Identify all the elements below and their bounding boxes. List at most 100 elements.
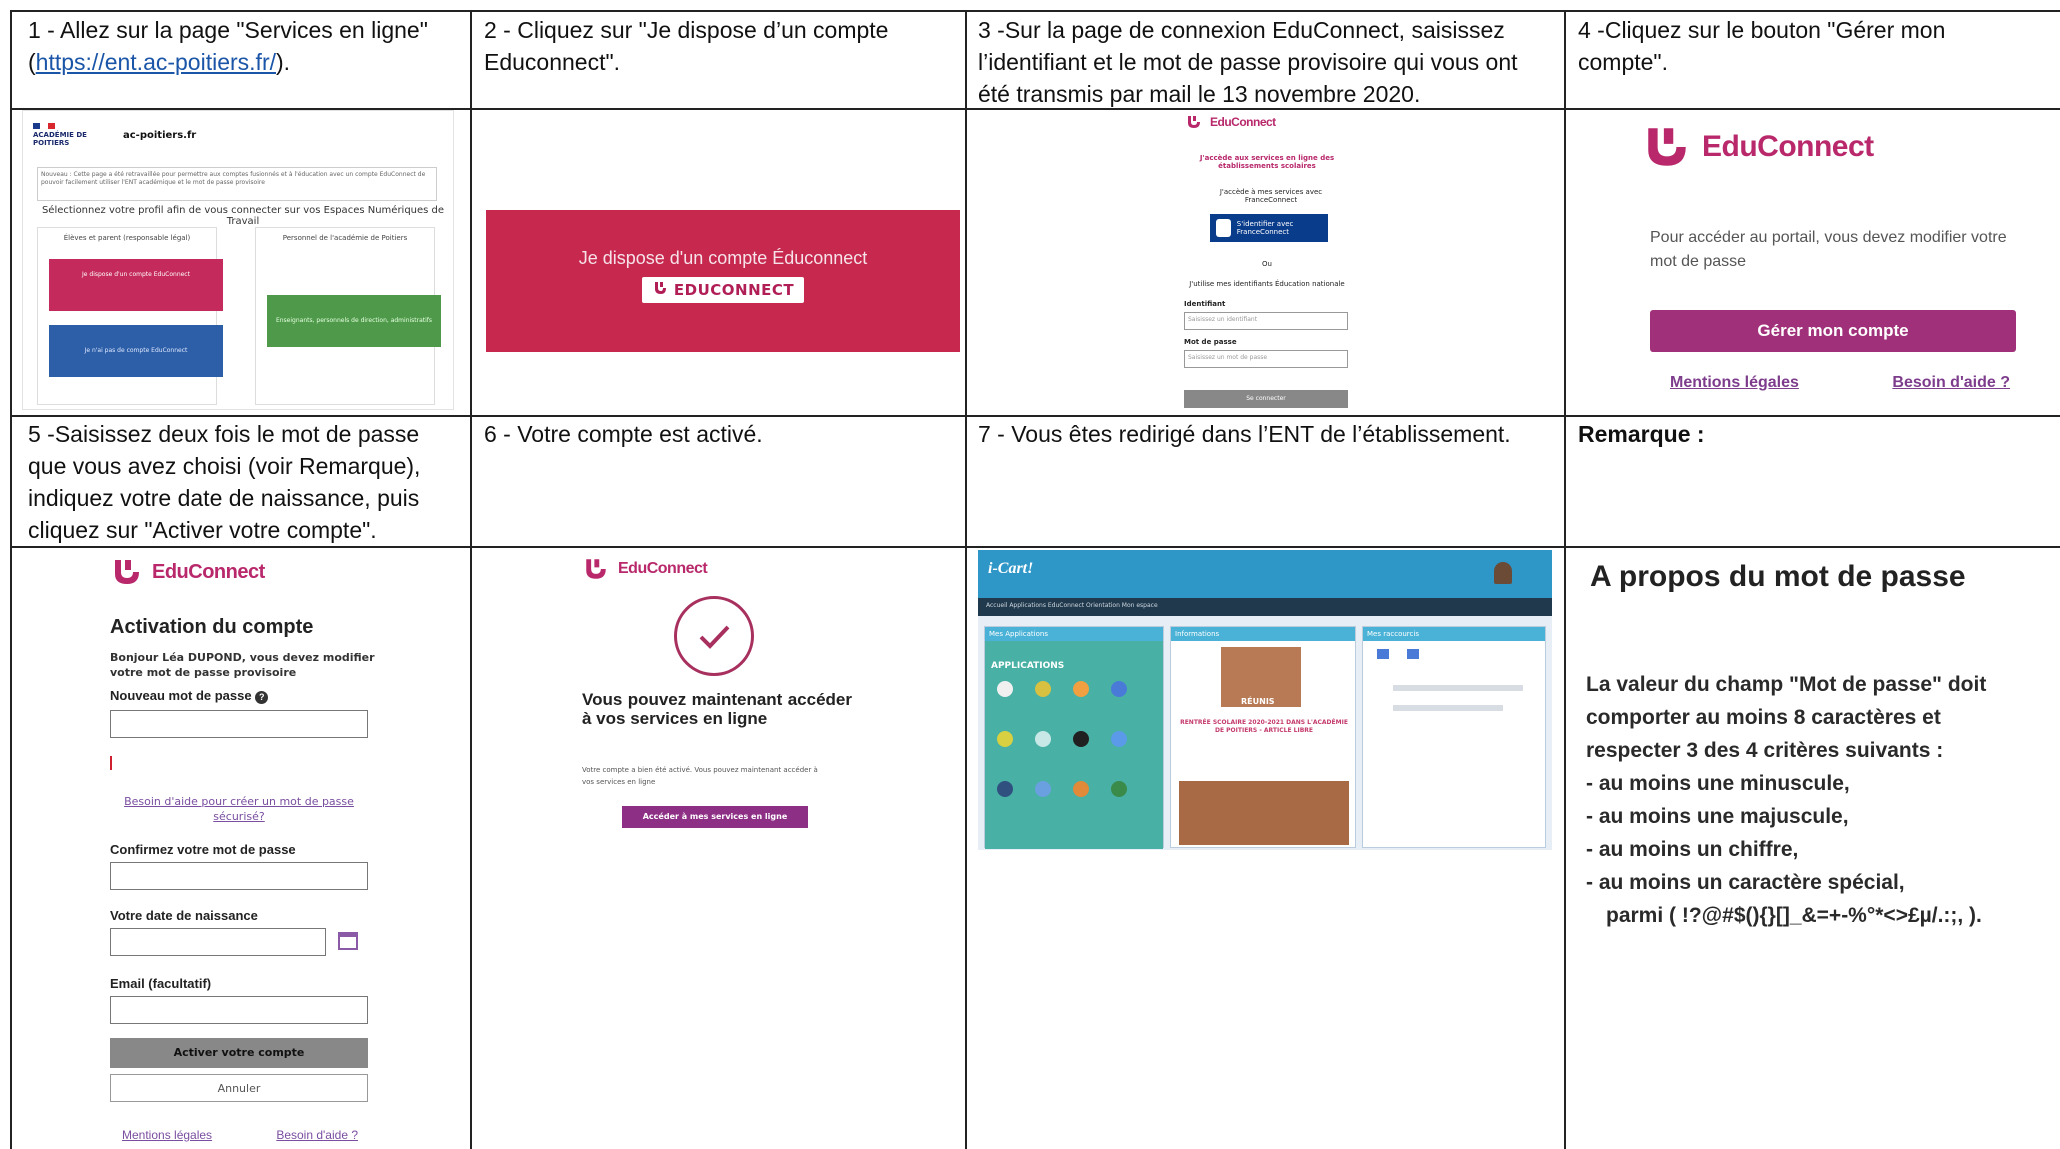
success-message: Vous pouvez maintenant accéder à vos ser… — [582, 690, 852, 728]
app-icon[interactable] — [1111, 681, 1127, 697]
new-password-input[interactable] — [110, 710, 368, 738]
educonnect-logo: EduConnect — [110, 556, 265, 588]
legal-link[interactable]: Mentions légales — [122, 1128, 212, 1142]
educonnect-icon — [1640, 122, 1694, 172]
app-icon[interactable] — [1073, 681, 1089, 697]
educonnect-logo: EduConnect — [1186, 114, 1276, 130]
app-icon[interactable] — [1073, 731, 1089, 747]
ent-screenshot: i-Cart! Accueil Applications EduConnect … — [978, 550, 1552, 850]
shortcut-line — [1393, 685, 1523, 691]
password-input[interactable]: Saisissez un mot de passe — [1184, 350, 1348, 368]
confirm-password-input[interactable] — [110, 862, 368, 890]
email-input[interactable] — [110, 996, 368, 1024]
step-5-title: 5 -Saisissez deux fois le mot de passe q… — [28, 421, 421, 543]
header: ACADÉMIE DE POITIERS ac-poitiers.fr — [33, 115, 453, 155]
services-page-screenshot: ACADÉMIE DE POITIERS ac-poitiers.fr Nouv… — [22, 110, 454, 410]
cancel-button[interactable]: Annuler — [110, 1074, 368, 1102]
error-marker — [110, 756, 112, 770]
educonnect-login-screenshot: EduConnect J'accède aux services en lign… — [1176, 112, 1366, 412]
site-name: ac-poitiers.fr — [123, 129, 197, 141]
app-icon[interactable] — [1035, 731, 1051, 747]
remark-title: Remarque : — [1578, 421, 1705, 447]
franceconnect-icon — [1216, 219, 1231, 237]
parents-pane: Élèves et parent (responsable légal) — [37, 227, 217, 405]
app-icon[interactable] — [1035, 681, 1051, 697]
grid-line — [10, 10, 2060, 12]
info-icon[interactable]: ? — [255, 691, 269, 704]
grid-line — [965, 10, 967, 1149]
shortcut-line — [1393, 705, 1503, 711]
grid-line — [10, 415, 2060, 417]
dob-label: Votre date de naissance — [110, 908, 258, 923]
login-button[interactable]: Se connecter — [1184, 390, 1348, 408]
app-icon[interactable] — [997, 681, 1013, 697]
footer-links: Mentions légales Besoin d'aide ? — [1670, 374, 2010, 392]
password-help-link[interactable]: Besoin d'aide pour créer un mot de passe… — [110, 794, 368, 824]
educonnect-icon — [582, 556, 610, 582]
no-account-button[interactable]: Je n'ai pas de compte EduConnect — [49, 325, 223, 377]
grid-line — [470, 10, 472, 1149]
password-remark: A propos du mot de passe La valeur du ch… — [1576, 552, 2060, 1142]
step-2-title: 2 - Cliquez sur "Je dispose d’un compte … — [484, 17, 889, 75]
instruction-text: Pour accéder au portail, vous devez modi… — [1650, 229, 2007, 270]
ent-nav: Accueil Applications EduConnect Orientat… — [978, 598, 1552, 616]
success-detail: Votre compte a bien été activé. Vous pou… — [582, 766, 818, 786]
confirm-password-label: Confirmez votre mot de passe — [110, 842, 296, 857]
step-1-title: 1 - Allez sur la page "Services en ligne… — [28, 17, 428, 75]
have-account-button[interactable]: Je dispose d'un compte EduConnect — [49, 259, 223, 311]
educonnect-icon — [110, 556, 144, 588]
avatar[interactable] — [1494, 562, 1512, 584]
grid-line — [10, 10, 12, 1149]
greeting-text: Bonjour Léa DUPOND, vous devez modifier … — [110, 651, 375, 679]
manage-account-screenshot: EduConnect Pour accéder au portail, vous… — [1630, 112, 2050, 412]
app-icon[interactable] — [1111, 781, 1127, 797]
educonnect-logo: EduConnect — [1640, 122, 1874, 172]
info-column: Informations RÉUNIS RENTRÉE SCOLAIRE 202… — [1170, 626, 1356, 848]
news-headline[interactable]: RENTRÉE SCOLAIRE 2020-2021 DANS L'ACADÉM… — [1177, 719, 1351, 735]
calendar-icon[interactable] — [338, 932, 358, 950]
footer-links: Mentions légales Besoin d'aide ? — [122, 1128, 358, 1142]
services-link[interactable]: https://ent.ac-poitiers.fr/ — [36, 49, 276, 75]
new-password-label: Nouveau mot de passe ? — [110, 688, 269, 704]
access-services-button[interactable]: Accéder à mes services en ligne — [622, 806, 808, 828]
step-3-title: 3 -Sur la page de connexion EduConnect, … — [978, 17, 1518, 107]
educonnect-icon — [1186, 114, 1202, 130]
news-photo — [1179, 781, 1349, 845]
account-activated-screenshot: EduConnect Vous pouvez maintenant accéde… — [576, 552, 866, 852]
apps-column: Mes Applications APPLICATIONS — [984, 626, 1164, 849]
shortcut-icon[interactable] — [1377, 649, 1389, 659]
app-icon[interactable] — [997, 781, 1013, 797]
app-icon[interactable] — [1073, 781, 1089, 797]
step-4-title: 4 -Cliquez sur le bouton "Gérer mon comp… — [1578, 17, 1946, 75]
step-7-title: 7 - Vous êtes redirigé dans l’ENT de l’é… — [978, 421, 1511, 447]
staff-button[interactable]: Enseignants, personnels de direction, ad… — [267, 295, 441, 347]
dob-input[interactable] — [110, 928, 326, 956]
educonnect-badge: EDUCONNECT — [641, 277, 805, 303]
shortcuts-column: Mes raccourcis — [1362, 626, 1546, 848]
legal-link[interactable]: Mentions légales — [1670, 374, 1799, 392]
help-link[interactable]: Besoin d'aide ? — [1892, 374, 2010, 392]
educonnect-icon — [652, 280, 668, 300]
remark-body: La valeur du champ "Mot de passe" doit c… — [1586, 673, 1987, 927]
ent-header: i-Cart! — [978, 550, 1552, 598]
app-icon[interactable] — [1035, 781, 1051, 797]
notice-box: Nouveau : Cette page a été retravaillée … — [37, 167, 437, 201]
educonnect-account-button[interactable]: Je dispose d'un compte Éduconnect EDUCON… — [486, 210, 960, 352]
educonnect-logo: EduConnect — [582, 556, 708, 582]
activate-button[interactable]: Activer votre compte — [110, 1038, 368, 1068]
button-text: Je dispose d'un compte Éduconnect — [578, 248, 868, 268]
remark-heading: A propos du mot de passe — [1590, 560, 1966, 593]
check-circle-icon — [674, 596, 754, 676]
activation-screenshot: EduConnect Activation du compte Bonjour … — [80, 552, 400, 1142]
manage-account-button[interactable]: Gérer mon compte — [1650, 310, 2016, 352]
ent-logo: i-Cart! — [988, 560, 1034, 577]
franceconnect-button[interactable]: S'identifier avec FranceConnect — [1210, 214, 1328, 242]
step-6-title: 6 - Votre compte est activé. — [484, 421, 763, 447]
help-link[interactable]: Besoin d'aide ? — [276, 1128, 358, 1142]
shortcut-icon[interactable] — [1407, 649, 1419, 659]
app-icon[interactable] — [1111, 731, 1127, 747]
academy-logo: ACADÉMIE DE POITIERS — [33, 123, 93, 147]
identifier-input[interactable]: Saisissez un identifiant — [1184, 312, 1348, 330]
grid-line — [10, 546, 2060, 548]
app-icon[interactable] — [997, 731, 1013, 747]
